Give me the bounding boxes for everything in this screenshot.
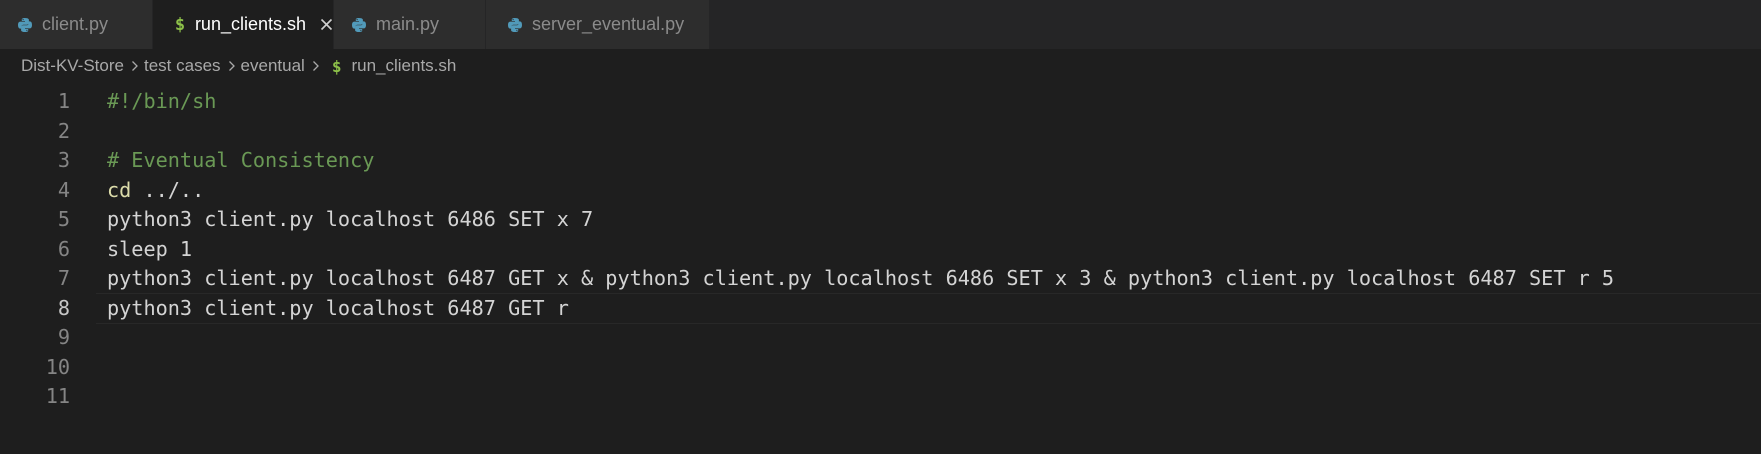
breadcrumb-item-test-cases[interactable]: test cases [144, 56, 221, 76]
tab-label: server_eventual.py [532, 14, 685, 34]
code-text: python3 client.py localhost 6487 GET r [107, 292, 569, 325]
tab-label: client.py [42, 14, 109, 34]
line-number: 5 [57, 207, 70, 231]
line-number: 2 [57, 118, 70, 143]
code-token: cd [107, 177, 132, 202]
shell-dollar-icon: $ [331, 56, 342, 76]
line-number: 1 [57, 89, 70, 113]
code-line[interactable]: 1 #!/bin/sh [0, 85, 1761, 118]
line-number: 9 [57, 325, 70, 349]
python-icon [351, 17, 367, 33]
code-text: python3 client.py localhost 6486 SET x 7 [107, 203, 593, 236]
code-text: cd ../.. [107, 174, 204, 207]
python-icon [507, 17, 523, 33]
code-token: #!/bin/sh [107, 89, 217, 113]
line-number: 11 [45, 384, 70, 408]
tab-label: main.py [376, 14, 440, 34]
code-token: ../.. [131, 177, 205, 202]
code-line[interactable]: 4 cd ../.. [0, 174, 1761, 207]
code-text: #!/bin/sh [107, 85, 216, 118]
code-text: python3 client.py localhost 6487 GET x &… [107, 262, 1614, 295]
code-text: sleep 1 [107, 233, 192, 266]
code-line[interactable]: 7 python3 client.py localhost 6487 GET x … [0, 262, 1761, 295]
chevron-right-icon [228, 60, 236, 72]
code-token: # Eventual Consistency [107, 148, 375, 172]
tab-client-py[interactable]: client.py [0, 0, 153, 49]
line-number: 10 [45, 354, 70, 379]
line-number: 6 [57, 236, 70, 261]
code-line[interactable]: 11 [0, 380, 1761, 413]
breadcrumb: Dist-KV-Store test cases eventual $ run_… [0, 49, 1761, 83]
shell-dollar-icon: $ [174, 14, 186, 35]
line-number: 8 [57, 295, 70, 320]
chevron-right-icon [131, 60, 139, 72]
code-token: sleep 1 [107, 236, 193, 261]
code-line[interactable]: 5 python3 client.py localhost 6486 SET x … [0, 203, 1761, 236]
code-text: # Eventual Consistency [107, 144, 374, 177]
code-token: python3 client.py localhost 6487 GET r [107, 295, 569, 320]
line-number: 4 [57, 177, 70, 202]
code-line[interactable]: 3 # Eventual Consistency [0, 144, 1761, 177]
close-icon[interactable] [320, 17, 333, 33]
chevron-right-icon [312, 60, 320, 72]
code-token: python3 client.py localhost 6486 SET x 7 [107, 207, 594, 231]
tab-main-py[interactable]: main.py [334, 0, 486, 49]
code-line[interactable]: 2 [0, 115, 1761, 148]
breadcrumb-item-eventual[interactable]: eventual [241, 56, 305, 76]
code-line[interactable]: 9 [0, 321, 1761, 354]
code-line[interactable]: 10 [0, 351, 1761, 384]
code-token: python3 client.py localhost 6487 GET x &… [107, 266, 1615, 290]
code-line[interactable]: 8 python3 client.py localhost 6487 GET r [0, 292, 1761, 325]
python-icon [17, 17, 33, 33]
tab-server-eventual-py[interactable]: server_eventual.py [486, 0, 710, 49]
line-number: 3 [57, 148, 70, 172]
code-editor[interactable]: 1 #!/bin/sh 2 3 # Eventual Consistency 4 cd ..… [0, 83, 1761, 454]
tab-run-clients-sh[interactable]: $ run_clients.sh [153, 0, 334, 49]
tab-bar: client.py $ run_clients.sh main.py serve… [0, 0, 1761, 49]
tab-label: run_clients.sh [194, 14, 306, 34]
breadcrumb-item-dist-kv-store[interactable]: Dist-KV-Store [21, 56, 124, 76]
line-number: 7 [57, 266, 70, 290]
breadcrumb-item-run-clients-sh[interactable]: run_clients.sh [351, 56, 456, 76]
code-line[interactable]: 6 sleep 1 [0, 233, 1761, 266]
